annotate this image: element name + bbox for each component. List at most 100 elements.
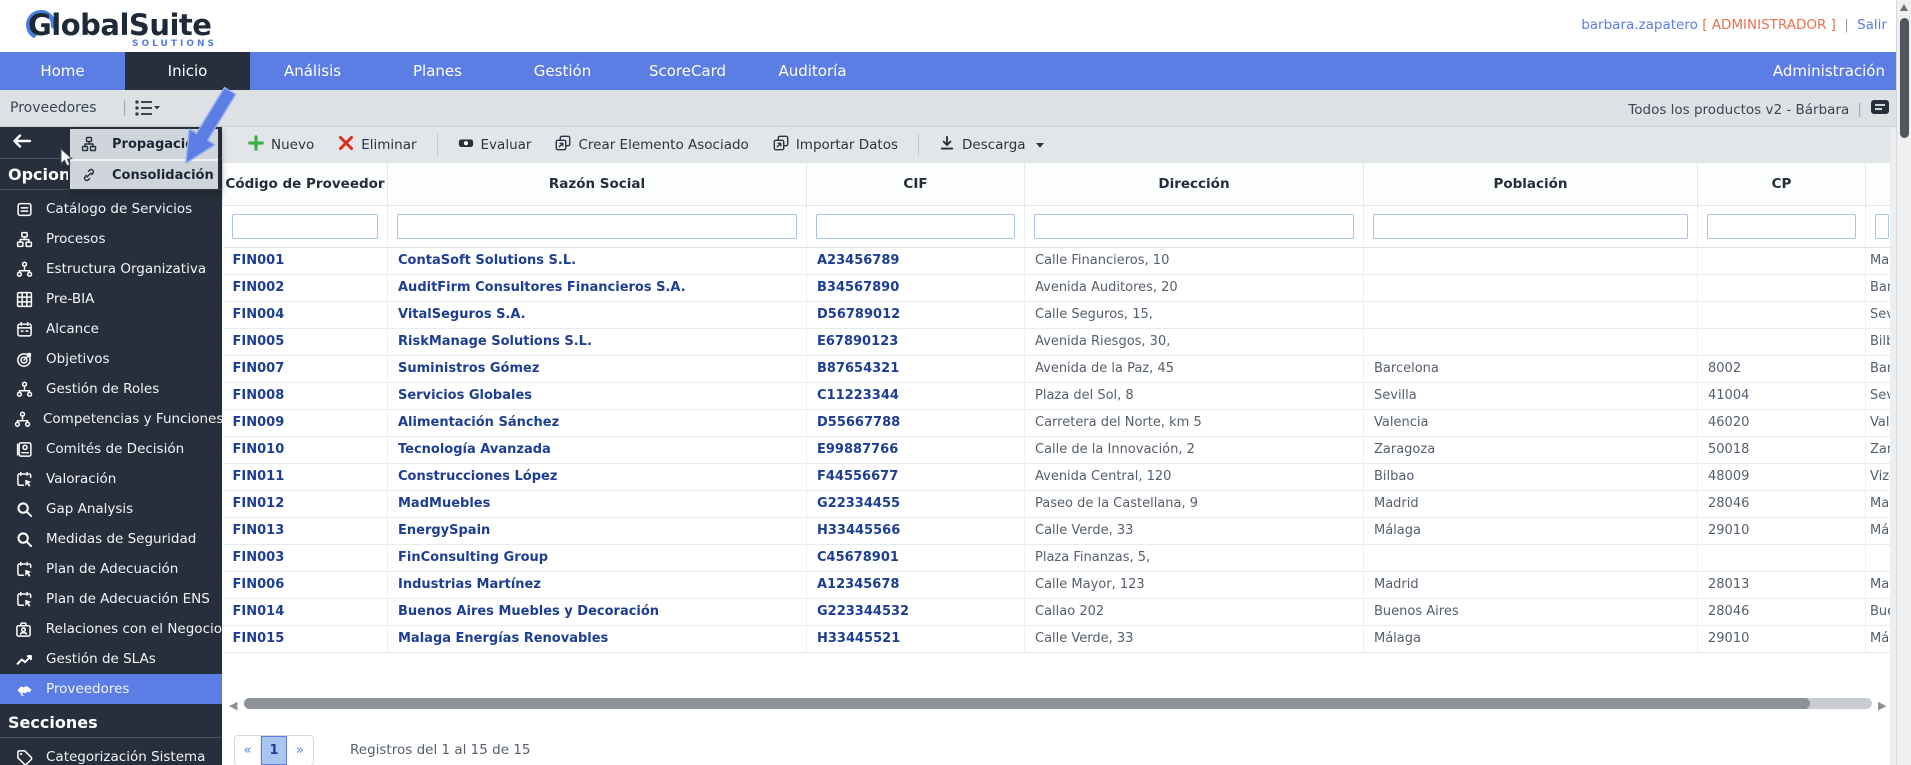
help-monitor-icon[interactable] bbox=[1870, 99, 1890, 121]
cell-link[interactable]: Buenos Aires Muebles y Decoración bbox=[387, 598, 807, 626]
cell-link[interactable]: RiskManage Solutions S.L. bbox=[387, 328, 807, 356]
page-1-button[interactable]: 1 bbox=[261, 736, 287, 765]
column-header-cp[interactable]: CP bbox=[1697, 163, 1866, 206]
filter-input-direccion[interactable] bbox=[1034, 213, 1354, 239]
column-header-poblacion[interactable]: Población bbox=[1363, 163, 1698, 206]
cell-link[interactable]: E99887766 bbox=[806, 436, 1025, 464]
column-header-codigo-de-proveedor[interactable]: Código de Proveedor bbox=[222, 163, 388, 206]
cell-link[interactable]: FIN015 bbox=[222, 625, 388, 653]
cell-link[interactable]: Suministros Gómez bbox=[387, 355, 807, 383]
cell-link[interactable]: D56789012 bbox=[806, 301, 1025, 329]
vertical-scrollbar-thumb[interactable] bbox=[1899, 18, 1909, 138]
cell-link[interactable]: ContaSoft Solutions S.L. bbox=[387, 247, 807, 275]
cell-link[interactable]: FinConsulting Group bbox=[387, 544, 807, 572]
menu-item-propagacion[interactable]: Propagación bbox=[70, 129, 218, 159]
table-row-fin002[interactable]: FIN002 AuditFirm Consultores Financieros … bbox=[222, 274, 1891, 302]
nav-item-planes[interactable]: Planes bbox=[375, 52, 500, 90]
table-row-fin010[interactable]: FIN010 Tecnología Avanzada E99887766 Calle … bbox=[222, 436, 1891, 464]
hscroll-left-arrow[interactable]: ◀ bbox=[229, 699, 237, 712]
cell-link[interactable]: E67890123 bbox=[806, 328, 1025, 356]
cell-link[interactable]: FIN004 bbox=[222, 301, 388, 329]
cell-link[interactable]: FIN006 bbox=[222, 571, 388, 599]
cell-link[interactable]: C45678901 bbox=[806, 544, 1025, 572]
cell-link[interactable]: FIN008 bbox=[222, 382, 388, 410]
table-row-fin005[interactable]: FIN005 RiskManage Solutions S.L. E67890123… bbox=[222, 328, 1891, 356]
cell-link[interactable]: FIN002 bbox=[222, 274, 388, 302]
cell-link[interactable]: FIN001 bbox=[222, 247, 388, 275]
cell-link[interactable]: AuditFirm Consultores Financieros S.A. bbox=[387, 274, 807, 302]
sidebar-item-gestion-de-roles[interactable]: Gestión de Roles bbox=[0, 374, 222, 404]
table-row-fin004[interactable]: FIN004 VitalSeguros S.A. D56789012 Calle Se… bbox=[222, 301, 1891, 329]
page-next-button[interactable]: » bbox=[287, 736, 313, 765]
cell-link[interactable]: FIN014 bbox=[222, 598, 388, 626]
cell-link[interactable]: A23456789 bbox=[806, 247, 1025, 275]
sidebar-item-pre-bia[interactable]: Pre-BIA bbox=[0, 284, 222, 314]
cell-link[interactable]: H33445566 bbox=[806, 517, 1025, 545]
nav-item-home[interactable]: Home bbox=[0, 52, 125, 90]
sidebar-item-alcance[interactable]: Alcance bbox=[0, 314, 222, 344]
cell-link[interactable]: B87654321 bbox=[806, 355, 1025, 383]
cell-link[interactable]: C11223344 bbox=[806, 382, 1025, 410]
sidebar-item-valoracion[interactable]: Valoración bbox=[0, 464, 222, 494]
column-header-razon-social[interactable]: Razón Social bbox=[387, 163, 807, 206]
vertical-scrollbar[interactable] bbox=[1896, 0, 1911, 765]
cell-link[interactable]: B34567890 bbox=[806, 274, 1025, 302]
sidebar-item-plan-de-adecuacion-ens[interactable]: Plan de Adecuación ENS bbox=[0, 584, 222, 614]
cell-link[interactable]: FIN012 bbox=[222, 490, 388, 518]
table-row-fin008[interactable]: FIN008 Servicios Globales C11223344 Plaza d… bbox=[222, 382, 1891, 410]
nav-item-scorecard[interactable]: ScoreCard bbox=[625, 52, 750, 90]
cell-link[interactable]: FIN010 bbox=[222, 436, 388, 464]
cell-link[interactable]: Malaga Energías Renovables bbox=[387, 625, 807, 653]
table-row-fin001[interactable]: FIN001 ContaSoft Solutions S.L. A23456789 C… bbox=[222, 247, 1891, 275]
evaluar-button[interactable]: Evaluar bbox=[446, 127, 544, 163]
cell-link[interactable]: Tecnología Avanzada bbox=[387, 436, 807, 464]
cell-link[interactable]: H33445521 bbox=[806, 625, 1025, 653]
cell-link[interactable]: Alimentación Sánchez bbox=[387, 409, 807, 437]
nuevo-button[interactable]: Nuevo bbox=[236, 127, 326, 163]
column-header-direccion[interactable]: Dirección bbox=[1024, 163, 1364, 206]
filter-input-codigo-de-proveedor[interactable] bbox=[231, 213, 378, 239]
cell-link[interactable]: D55667788 bbox=[806, 409, 1025, 437]
sidebar-item-medidas-de-seguridad[interactable]: Medidas de Seguridad bbox=[0, 524, 222, 554]
importar-datos-button[interactable]: Importar Datos bbox=[761, 127, 910, 163]
cell-link[interactable]: A12345678 bbox=[806, 571, 1025, 599]
horizontal-scrollbar-thumb[interactable] bbox=[244, 698, 1810, 709]
table-row-fin013[interactable]: FIN013 EnergySpain H33445566 Calle Verde, 3… bbox=[222, 517, 1891, 545]
cell-link[interactable]: G22334455 bbox=[806, 490, 1025, 518]
table-row-fin011[interactable]: FIN011 Construcciones López F44556677 Aveni… bbox=[222, 463, 1891, 491]
sidebar-item-categorizacion-sistema[interactable]: Categorización Sistema bbox=[0, 742, 222, 765]
cell-link[interactable]: F44556677 bbox=[806, 463, 1025, 491]
cell-link[interactable]: MadMuebles bbox=[387, 490, 807, 518]
sidebar-item-relaciones-con-el-negocio[interactable]: Relaciones con el Negocio bbox=[0, 614, 222, 644]
column-header-cif[interactable]: CIF bbox=[806, 163, 1025, 206]
table-row-fin014[interactable]: FIN014 Buenos Aires Muebles y Decoración G… bbox=[222, 598, 1891, 626]
sidebar-item-catalogo-de-servicios[interactable]: Catálogo de Servicios bbox=[0, 194, 222, 224]
filter-input-cif[interactable] bbox=[816, 213, 1015, 239]
descarga-button[interactable]: Descarga bbox=[927, 127, 1057, 163]
cell-link[interactable]: FIN005 bbox=[222, 328, 388, 356]
nav-item-auditoria[interactable]: Auditoría bbox=[750, 52, 875, 90]
menu-item-consolidacion[interactable]: Consolidación bbox=[70, 159, 218, 189]
filter-input-provincia[interactable] bbox=[1875, 213, 1889, 239]
cell-link[interactable]: FIN013 bbox=[222, 517, 388, 545]
cell-link[interactable]: VitalSeguros S.A. bbox=[387, 301, 807, 329]
nav-item-analisis[interactable]: Análisis bbox=[250, 52, 375, 90]
table-row-fin012[interactable]: FIN012 MadMuebles G22334455 Paseo de la Cas… bbox=[222, 490, 1891, 518]
table-row-fin009[interactable]: FIN009 Alimentación Sánchez D55667788 Carre… bbox=[222, 409, 1891, 437]
hscroll-right-arrow[interactable]: ▶ bbox=[1878, 699, 1886, 712]
sidebar-item-comites-de-decision[interactable]: Comités de Decisión bbox=[0, 434, 222, 464]
page-prev-button[interactable]: « bbox=[235, 736, 261, 765]
cell-link[interactable]: Construcciones López bbox=[387, 463, 807, 491]
cell-link[interactable]: Industrias Martínez bbox=[387, 571, 807, 599]
logout-link[interactable]: Salir bbox=[1857, 17, 1887, 33]
sidebar-item-competencias-y-funciones[interactable]: Competencias y Funciones bbox=[0, 404, 223, 434]
filter-input-poblacion[interactable] bbox=[1373, 213, 1688, 239]
view-options-icon[interactable] bbox=[134, 98, 160, 122]
eliminar-button[interactable]: Eliminar bbox=[326, 127, 428, 163]
sidebar-item-gestion-de-slas[interactable]: Gestión de SLAs bbox=[0, 644, 222, 674]
sidebar-item-gap-analysis[interactable]: Gap Analysis bbox=[0, 494, 222, 524]
cell-link[interactable]: FIN009 bbox=[222, 409, 388, 437]
filter-input-razon-social[interactable] bbox=[397, 213, 797, 239]
table-row-fin015[interactable]: FIN015 Malaga Energías Renovables H3344552… bbox=[222, 625, 1891, 653]
column-header-provincia-clipped[interactable] bbox=[1865, 163, 1891, 206]
